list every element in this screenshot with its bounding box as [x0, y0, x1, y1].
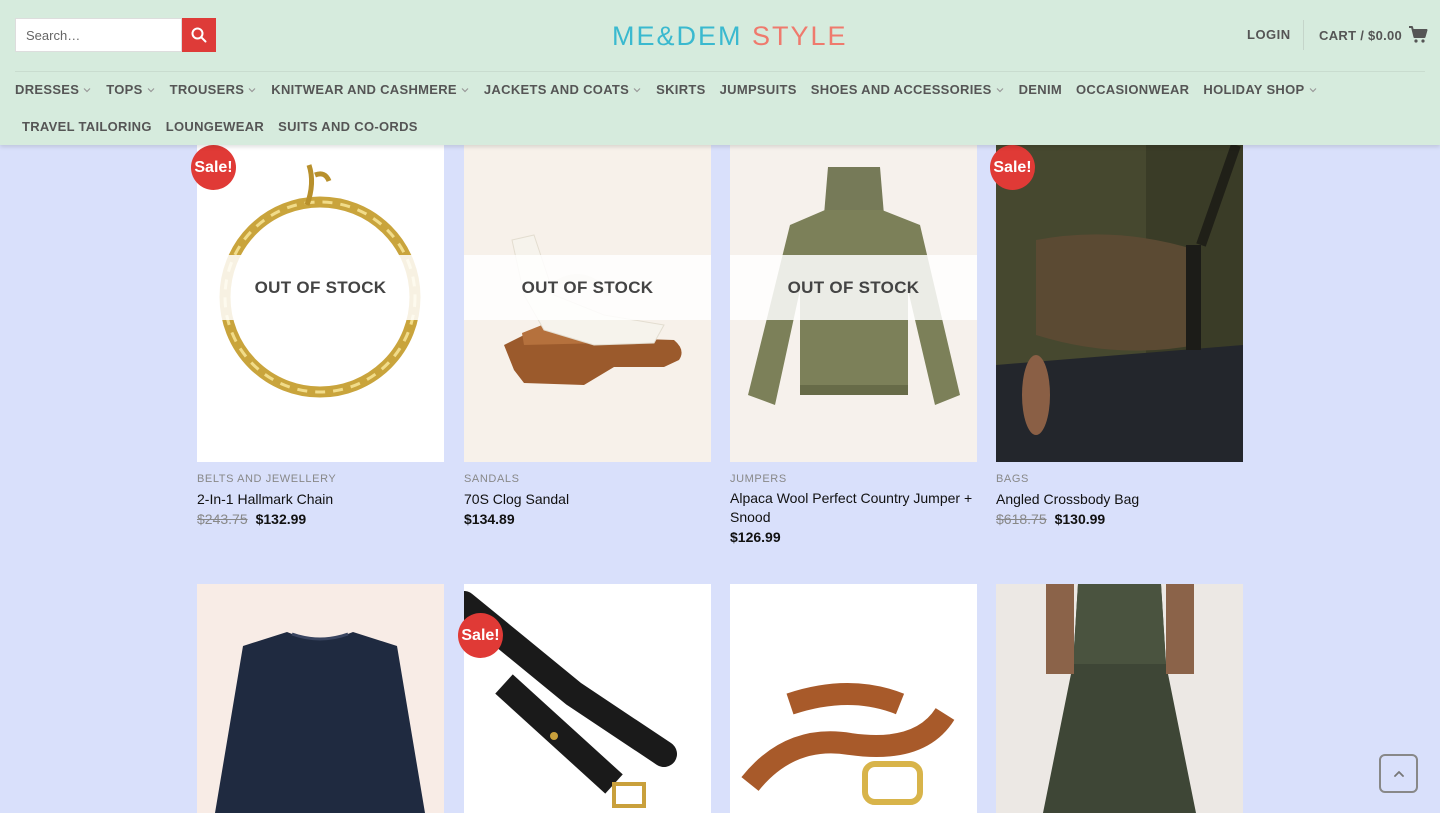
product-image[interactable] [197, 584, 444, 813]
login-link[interactable]: LOGIN [1247, 27, 1291, 42]
lace-top-image [215, 632, 425, 813]
product-category[interactable]: BELTS AND JEWELLERY [197, 473, 336, 485]
header-divider [1303, 20, 1304, 50]
product-card[interactable]: Sale! OUT OF STOCK BELTS AND JEWELLERY 2… [191, 145, 444, 555]
product-card[interactable]: Sale! BAGS Angled Crossbody Bag $618.75 … [990, 145, 1243, 555]
sale-price: $132.99 [255, 511, 307, 527]
sale-price: $126.99 [730, 529, 781, 545]
back-to-top-button[interactable] [1379, 754, 1418, 793]
nav-item-holiday-shop[interactable]: HOLIDAY SHOP [1203, 82, 1317, 97]
product-name[interactable]: 2-In-1 Hallmark Chain [197, 490, 444, 509]
brown-belt-image [741, 683, 955, 805]
search-input[interactable] [15, 18, 182, 52]
product-image[interactable] [996, 584, 1243, 813]
nav-item-label: TROUSERS [169, 82, 245, 97]
black-belt-image [464, 591, 677, 808]
site-header: ME&DEM STYLE LOGIN CART / $0.00 DRESSES T… [0, 0, 1440, 145]
chevron-down-icon [83, 87, 91, 92]
product-category[interactable]: JUMPERS [730, 473, 787, 485]
out-of-stock-label: OUT OF STOCK [464, 255, 711, 320]
chevron-down-icon [461, 87, 469, 92]
header-rule [15, 71, 1425, 72]
nav-item-travel-tailoring[interactable]: TRAVEL TAILORING [22, 119, 152, 134]
main-nav: DRESSES TOPS TROUSERS KNITWEAR AND CASHMERE… [15, 82, 1318, 97]
chevron-down-icon [1309, 87, 1316, 92]
nav-item-occasionwear[interactable]: OCCASIONWEAR [1076, 82, 1189, 97]
nav-item-label: JUMPSUITS [719, 82, 797, 97]
nav-item-jackets-and-coats[interactable]: JACKETS AND COATS [484, 82, 642, 97]
product-card[interactable]: OUT OF STOCK JUMPERS Alpaca Wool Perfect… [730, 145, 977, 555]
logo-text-primary: ME&DEM [612, 21, 743, 51]
out-of-stock-label: OUT OF STOCK [197, 255, 444, 320]
product-category[interactable]: BAGS [996, 473, 1029, 485]
nav-item-tops[interactable]: TOPS [106, 82, 155, 97]
nav-item-dresses[interactable]: DRESSES [15, 82, 92, 97]
nav-item-label: HOLIDAY SHOP [1203, 82, 1305, 97]
nav-item-label: LOUNGEWEAR [165, 119, 265, 134]
chevron-down-icon [633, 87, 641, 92]
nav-item-loungewear[interactable]: LOUNGEWEAR [166, 119, 264, 134]
product-image[interactable] [464, 584, 711, 813]
product-image[interactable] [730, 584, 977, 813]
nav-item-jumpsuits[interactable]: JUMPSUITS [720, 82, 797, 97]
logo-text-secondary: STYLE [752, 21, 848, 51]
product-card[interactable] [197, 584, 444, 813]
product-card[interactable] [730, 584, 977, 813]
out-of-stock-label: OUT OF STOCK [730, 255, 977, 320]
nav-item-label: OCCASIONWEAR [1075, 82, 1190, 97]
original-price: $618.75 [996, 511, 1047, 527]
product-image[interactable] [996, 145, 1243, 462]
product-price: $618.75 $130.99 [996, 511, 1105, 527]
search-form [15, 18, 216, 52]
chevron-down-icon [996, 87, 1004, 92]
product-name[interactable]: 70S Clog Sandal [464, 490, 711, 509]
nav-item-label: TOPS [106, 82, 143, 97]
nav-item-label: SKIRTS [656, 82, 706, 97]
product-name[interactable]: Alpaca Wool Perfect Country Jumper + Sno… [730, 489, 977, 527]
product-price: $126.99 [730, 529, 781, 545]
nav-item-label: KNITWEAR AND CASHMERE [271, 82, 457, 97]
product-price: $243.75 $132.99 [197, 511, 306, 527]
main-nav-secondary: TRAVEL TAILORING LOUNGEWEAR SUITS AND CO-O… [22, 119, 418, 134]
nav-item-trousers[interactable]: TROUSERS [170, 82, 258, 97]
chevron-down-icon [147, 87, 155, 92]
cart-label: CART / $0.00 [1319, 28, 1403, 43]
product-card[interactable]: Sale! [458, 584, 711, 813]
nav-item-label: JACKETS AND COATS [483, 82, 630, 97]
sale-badge: Sale! [191, 145, 236, 190]
product-name[interactable]: Angled Crossbody Bag [996, 490, 1243, 509]
product-card[interactable] [996, 584, 1243, 813]
site-logo[interactable]: ME&DEM STYLE [612, 21, 848, 52]
search-button[interactable] [182, 18, 216, 52]
product-card[interactable]: OUT OF STOCK SANDALS 70S Clog Sandal $13… [464, 145, 711, 555]
nav-item-label: SUITS AND CO-ORDS [278, 119, 418, 134]
chevron-down-icon [248, 87, 256, 92]
crossbody-bag-image [996, 145, 1243, 462]
nav-item-label: SHOES AND ACCESSORIES [810, 82, 992, 97]
sale-price: $134.89 [464, 511, 515, 527]
chevron-up-icon [1393, 770, 1404, 777]
search-icon [191, 27, 207, 43]
nav-item-label: TRAVEL TAILORING [22, 119, 152, 134]
sale-badge: Sale! [990, 145, 1035, 190]
sale-badge: Sale! [458, 613, 503, 658]
sale-price: $130.99 [1054, 511, 1106, 527]
nav-item-suits-and-co-ords[interactable]: SUITS AND CO-ORDS [278, 119, 418, 134]
nav-item-denim[interactable]: DENIM [1019, 82, 1062, 97]
printed-dress-image [1043, 584, 1196, 813]
nav-item-knitwear-and-cashmere[interactable]: KNITWEAR AND CASHMERE [271, 82, 470, 97]
nav-item-label: DRESSES [15, 82, 80, 97]
product-price: $134.89 [464, 511, 515, 527]
nav-item-label: DENIM [1018, 82, 1062, 97]
product-category[interactable]: SANDALS [464, 473, 520, 485]
cart-link[interactable]: CART / $0.00 [1319, 26, 1428, 44]
original-price: $243.75 [197, 511, 248, 527]
cart-icon [1409, 26, 1428, 43]
nav-item-shoes-and-accessories[interactable]: SHOES AND ACCESSORIES [811, 82, 1005, 97]
nav-item-skirts[interactable]: SKIRTS [656, 82, 705, 97]
